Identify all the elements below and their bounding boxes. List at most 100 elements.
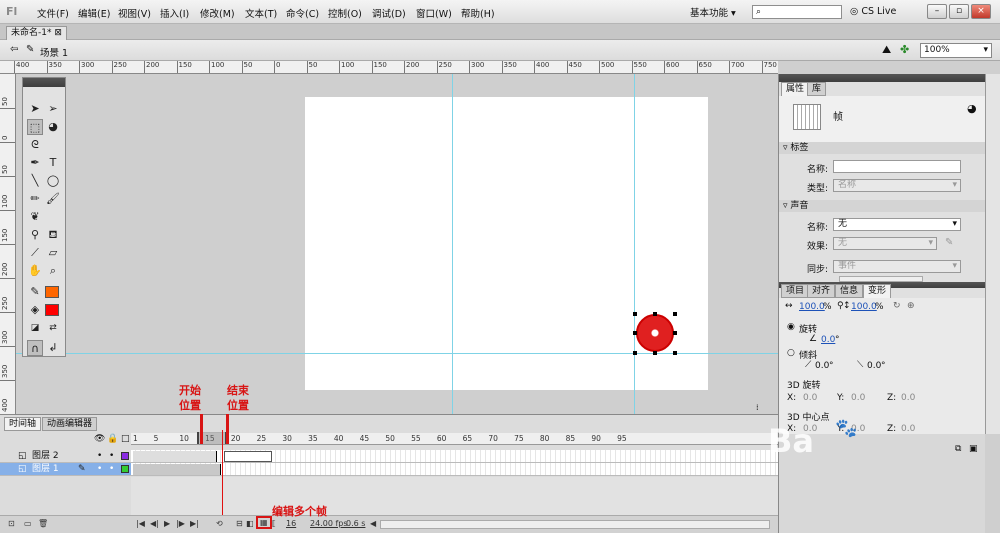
- reset-icon[interactable]: ↻: [893, 301, 901, 311]
- width-scale-value[interactable]: 100.0: [799, 302, 825, 312]
- sound-name-select[interactable]: 无 ▾: [833, 218, 961, 231]
- layer-dot-visible[interactable]: •: [97, 463, 102, 475]
- help-icon[interactable]: ◕: [967, 102, 977, 115]
- play-icon[interactable]: ▶: [164, 519, 170, 528]
- line-tool-icon[interactable]: ╲: [27, 173, 43, 189]
- tab-motion-editor[interactable]: 动画编辑器: [42, 417, 98, 431]
- menu-file[interactable]: 文件(F): [37, 6, 69, 20]
- right-scrollbar[interactable]: [985, 74, 1000, 434]
- restore-icon[interactable]: ⊕: [907, 301, 915, 311]
- rotate-radio[interactable]: ◉: [787, 322, 795, 332]
- tab-library[interactable]: 库: [807, 82, 827, 96]
- tab-properties[interactable]: 属性: [781, 82, 810, 96]
- elapsed-time-value[interactable]: 0.6 s: [346, 519, 365, 528]
- workspace-switcher[interactable]: 基本功能 ▾: [690, 5, 736, 19]
- menu-debug[interactable]: 调试(D): [372, 6, 406, 20]
- deco-tool-icon[interactable]: ❦: [27, 209, 43, 225]
- edit-multiple-frames-icon[interactable]: ▦: [256, 516, 272, 529]
- tab-align[interactable]: 对齐: [807, 284, 836, 298]
- keyframe-span-2a[interactable]: [133, 451, 217, 462]
- selection-handle[interactable]: [653, 312, 657, 316]
- swap-colors-icon[interactable]: ⇄: [45, 320, 61, 336]
- frame-name-field[interactable]: [833, 160, 961, 173]
- menu-help[interactable]: 帮助(H): [461, 6, 495, 20]
- menu-view[interactable]: 视图(V): [118, 6, 151, 20]
- work-area[interactable]: ⁞: [16, 74, 778, 414]
- brush-tool-icon[interactable]: 🖌: [45, 191, 61, 207]
- first-frame-icon[interactable]: |◀: [136, 519, 145, 528]
- outline-icon[interactable]: □: [121, 434, 130, 444]
- section-label[interactable]: ▿ 标签: [779, 142, 986, 154]
- text-tool-icon[interactable]: T: [45, 155, 61, 171]
- frames-layer-1[interactable]: [131, 463, 778, 476]
- selection-handle[interactable]: [633, 351, 637, 355]
- paint-bucket-tool-icon[interactable]: ⛾: [45, 227, 61, 243]
- keyframe-span-1[interactable]: [133, 464, 221, 475]
- show-hide-icon[interactable]: 👁: [94, 434, 105, 444]
- stage-scroll-grip[interactable]: ⁞: [756, 403, 759, 412]
- layer-dot-visible[interactable]: •: [97, 450, 102, 462]
- search-input[interactable]: ⌕: [752, 5, 842, 19]
- panel-option-icon[interactable]: ⧉: [955, 444, 961, 454]
- timeline-hscrollbar[interactable]: [380, 520, 770, 529]
- edit-effect-icon[interactable]: ✎: [945, 237, 953, 248]
- guide-vertical-2[interactable]: [634, 74, 635, 414]
- menu-modify[interactable]: 修改(M): [200, 6, 235, 20]
- selection-handle[interactable]: [633, 312, 637, 316]
- center-z-value[interactable]: 0.0: [901, 424, 915, 434]
- layer-dot-lock[interactable]: •: [109, 450, 114, 462]
- bone-tool-icon[interactable]: ⚲: [27, 227, 43, 243]
- scroll-left-icon[interactable]: ◀: [370, 519, 376, 528]
- layer-row-1[interactable]: ◱ 图层 1 ✎ • •: [0, 463, 131, 476]
- 3d-rotation-tool-icon[interactable]: ◕: [45, 119, 61, 135]
- document-tab[interactable]: 未命名-1* ⊠: [6, 26, 67, 40]
- rotate-value[interactable]: 0.0: [821, 335, 835, 345]
- oval-tool-icon[interactable]: ◯: [45, 173, 61, 189]
- restore-button[interactable]: ▫: [949, 4, 969, 19]
- guide-horizontal[interactable]: [16, 353, 778, 354]
- rot-z-value[interactable]: 0.0: [901, 393, 915, 403]
- menu-insert[interactable]: 插入(I): [160, 6, 189, 20]
- next-frame-icon[interactable]: |▶: [176, 519, 185, 528]
- keyframe-span-2b[interactable]: [224, 451, 272, 462]
- black-white-icon[interactable]: ◪: [27, 320, 43, 336]
- onion-skin-icon[interactable]: ◧: [246, 519, 254, 528]
- eyedropper-tool-icon[interactable]: ⟋: [27, 245, 43, 261]
- snap-magnet-icon[interactable]: ∩: [27, 340, 43, 356]
- zoom-tool-icon[interactable]: ⌕: [45, 263, 61, 279]
- skew-h-value[interactable]: 0.0: [815, 361, 829, 371]
- effect-select[interactable]: 无 ▾: [833, 237, 937, 250]
- menu-text[interactable]: 文本(T): [245, 6, 277, 20]
- tools-panel-header[interactable]: [23, 78, 65, 87]
- back-arrow-icon[interactable]: ⇦: [10, 44, 18, 55]
- center-frame-icon[interactable]: ⊟: [236, 519, 243, 528]
- layer-1-color[interactable]: [121, 465, 129, 473]
- menu-commands[interactable]: 命令(C): [286, 6, 319, 20]
- section-sound[interactable]: ▿ 声音: [779, 200, 986, 212]
- prev-frame-icon[interactable]: ◀|: [150, 519, 159, 528]
- skew-v-value[interactable]: 0.0: [867, 361, 881, 371]
- close-button[interactable]: ×: [971, 4, 991, 19]
- sync-select[interactable]: 事件 ▾: [833, 260, 961, 273]
- panel-header[interactable]: [779, 74, 986, 82]
- layer-dot-lock[interactable]: •: [109, 463, 114, 475]
- selection-handle[interactable]: [673, 312, 677, 316]
- lock-icon[interactable]: 🔒: [107, 434, 118, 444]
- tab-transform[interactable]: 变形: [863, 284, 892, 298]
- layer-row-2[interactable]: ◱ 图层 2 • •: [0, 450, 131, 463]
- loop-icon[interactable]: ⟲: [216, 519, 223, 528]
- eraser-tool-icon[interactable]: ▱: [45, 245, 61, 261]
- modify-markers-icon[interactable]: ⟦: [272, 519, 276, 528]
- delete-layer-icon[interactable]: 🗑: [38, 519, 48, 528]
- frame-type-select[interactable]: 名称 ▾: [833, 179, 961, 192]
- panel-delete-icon[interactable]: ▣: [969, 444, 978, 454]
- last-frame-icon[interactable]: ▶|: [190, 519, 199, 528]
- fps-value[interactable]: 24.00 fps: [310, 519, 348, 528]
- selection-handle[interactable]: [673, 331, 677, 335]
- new-folder-icon[interactable]: ▭: [24, 519, 32, 528]
- selection-handle[interactable]: [673, 351, 677, 355]
- pencil-tool-icon[interactable]: ✏: [27, 191, 43, 207]
- zoom-select[interactable]: 100% ▾: [920, 43, 992, 58]
- new-layer-icon[interactable]: ⊡: [8, 519, 15, 528]
- current-frame-value[interactable]: 16: [286, 519, 296, 528]
